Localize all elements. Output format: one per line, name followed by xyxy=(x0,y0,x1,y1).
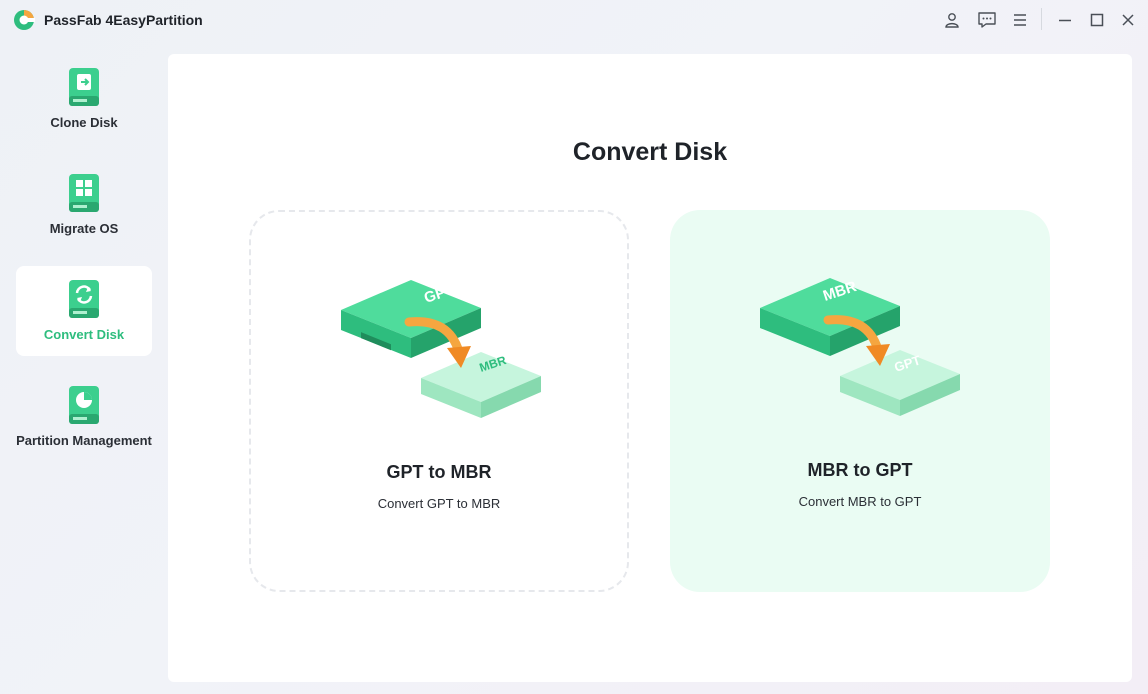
close-button[interactable] xyxy=(1116,8,1140,32)
card-title: MBR to GPT xyxy=(807,460,913,480)
gpt-to-mbr-card[interactable]: GPT MBR GPT to MBR Convert GPT to MBR xyxy=(249,210,629,592)
migrate-os-icon xyxy=(69,174,99,212)
menu-icon xyxy=(1014,14,1026,26)
mbr-to-gpt-card[interactable]: MBR GPT MBR to GPT Convert MBR to GPT xyxy=(670,210,1050,592)
page-title: Convert Disk xyxy=(572,138,728,166)
title-bar: PassFab 4EasyPartition xyxy=(0,0,1148,40)
minimize-icon xyxy=(1059,19,1071,22)
minimize-button[interactable] xyxy=(1053,8,1077,32)
user-button[interactable] xyxy=(940,8,964,32)
sidebar-item-label: Convert Disk xyxy=(43,327,125,342)
sidebar-item-clone-disk[interactable]: Clone Disk xyxy=(16,54,152,144)
app-logo-icon xyxy=(14,10,35,30)
main-panel: Convert Disk GPT MBR GPT to MBR Convert … xyxy=(168,54,1132,682)
card-subtitle: Convert GPT to MBR xyxy=(377,496,501,511)
card-title: GPT to MBR xyxy=(386,462,492,482)
user-icon xyxy=(945,13,959,28)
clone-disk-icon xyxy=(69,68,99,106)
feedback-icon xyxy=(978,12,996,28)
sidebar-item-label: Partition Management xyxy=(16,433,152,448)
card-subtitle: Convert MBR to GPT xyxy=(798,494,922,509)
sidebar-item-partition-management[interactable]: Partition Management xyxy=(16,372,152,462)
gpt-to-mbr-illustration: GPT MBR xyxy=(341,280,541,418)
mbr-to-gpt-illustration: MBR GPT xyxy=(760,278,960,416)
menu-button[interactable] xyxy=(1008,8,1032,32)
titlebar-divider xyxy=(1041,8,1042,30)
maximize-button[interactable] xyxy=(1085,8,1109,32)
sidebar-item-label: Clone Disk xyxy=(50,115,118,130)
close-icon xyxy=(1122,14,1134,26)
sidebar-item-migrate-os[interactable]: Migrate OS xyxy=(16,160,152,250)
sidebar-item-label: Migrate OS xyxy=(49,221,119,236)
maximize-icon xyxy=(1090,13,1104,27)
convert-disk-icon xyxy=(69,280,99,318)
feedback-button[interactable] xyxy=(975,8,999,32)
sidebar: Clone Disk Migrate OS Convert Disk Parti… xyxy=(0,40,168,694)
partition-management-icon xyxy=(69,386,99,424)
app-title: PassFab 4EasyPartition xyxy=(44,12,203,28)
sidebar-item-convert-disk[interactable]: Convert Disk xyxy=(16,266,152,356)
